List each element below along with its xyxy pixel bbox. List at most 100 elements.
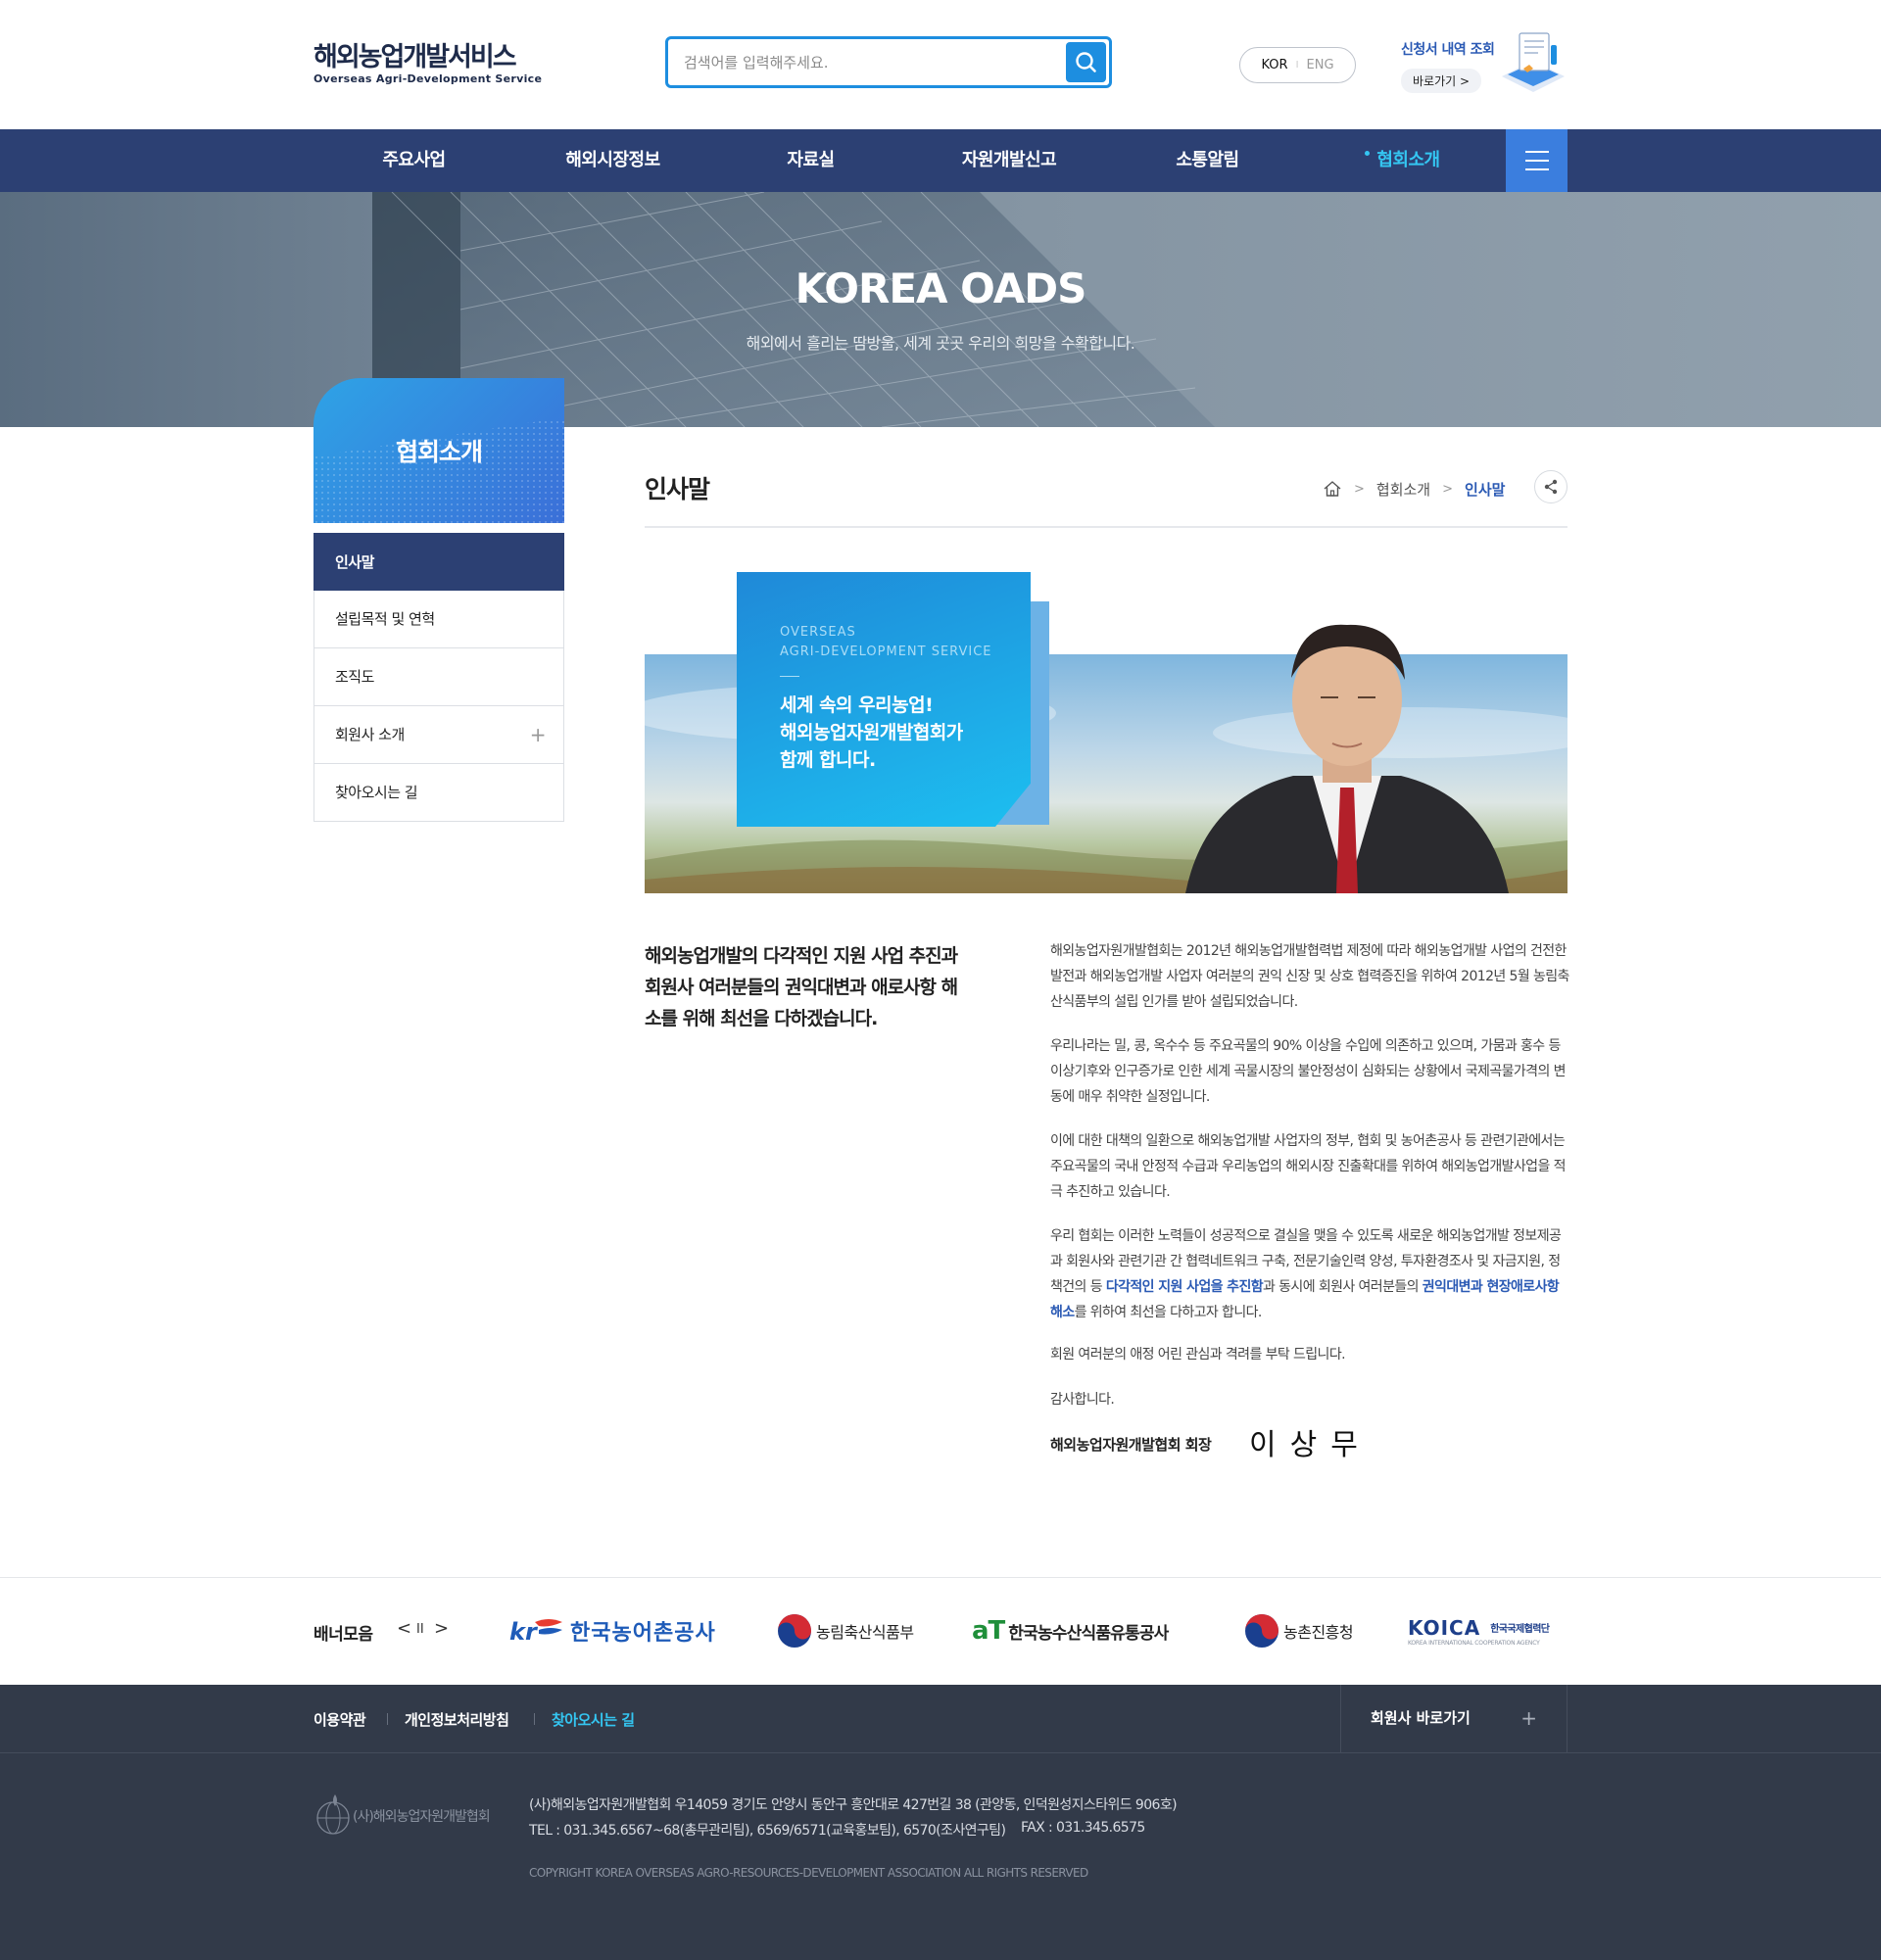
footer-address: (사)해외농업자원개발협회 우14059 경기도 안양시 동안구 흥안대로 42… <box>529 1797 1178 1813</box>
menu-icon-bar <box>1525 151 1549 153</box>
footer-terms-link[interactable]: 이용약관 <box>314 1709 366 1730</box>
search-box <box>665 36 1112 88</box>
breadcrumb-current: 인사말 <box>1465 480 1506 499</box>
banner-sublabel: KOREA INTERNATIONAL COOPERATION AGENCY <box>1408 1639 1540 1647</box>
sidebar-item-members[interactable]: 회원사 소개 + <box>314 706 564 764</box>
share-icon <box>1544 479 1558 495</box>
search-input[interactable] <box>684 39 1056 85</box>
nav-main-business[interactable]: 주요사업 <box>353 129 475 192</box>
member-shortcut-dropdown[interactable]: 회원사 바로가기 + <box>1340 1685 1568 1752</box>
banner-koica[interactable]: KOICA 한국국제협력단 KOREA INTERNATIONAL COOPER… <box>1408 1611 1550 1650</box>
sidebar-item-greeting[interactable]: 인사말 <box>314 533 564 591</box>
taegeuk-icon <box>778 1614 811 1648</box>
all-menu-button[interactable] <box>1506 129 1568 192</box>
banner-pause-button[interactable]: II <box>416 1622 424 1637</box>
expand-plus-icon[interactable]: + <box>530 706 547 763</box>
paragraph-text: 과 동시에 회원사 여러분들의 <box>1263 1279 1423 1295</box>
banner-rda[interactable]: 농촌진흥청 <box>1244 1611 1354 1650</box>
taegeuk-icon <box>1245 1614 1278 1648</box>
footer-copyright: COPYRIGHT KOREA OVERSEAS AGRO-RESOURCES-… <box>529 1866 1088 1880</box>
banner-prev-button[interactable]: < <box>397 1618 411 1639</box>
site-logo[interactable]: 해외농업개발서비스 Overseas Agri-Development Serv… <box>314 43 549 88</box>
nav-resource-report[interactable]: 자원개발신고 <box>940 129 1078 192</box>
koica-wordmark: KOICA <box>1408 1615 1481 1640</box>
lang-kor[interactable]: KOR <box>1261 58 1287 72</box>
logo-korean: 해외농업개발서비스 <box>314 42 517 72</box>
menu-icon-bar <box>1525 168 1549 170</box>
visual-slogan: 세계 속의 우리농업! 해외농업자원개발협회가 함께 합니다. <box>780 692 963 774</box>
footer-location-link[interactable]: 찾아오시는 길 <box>552 1709 635 1730</box>
paragraph-text: 를 위하여 최선을 다하고자 합니다. <box>1074 1305 1263 1320</box>
menu-icon-bar <box>1525 160 1549 162</box>
globe-wheat-icon <box>316 1794 350 1835</box>
visual-slogan-line: 함께 합니다. <box>780 749 876 771</box>
banner-label: 농림축산식품부 <box>816 1623 914 1642</box>
footer-fax: FAX : 031.345.6575 <box>1021 1820 1145 1836</box>
sidebar-item-organization[interactable]: 조직도 <box>314 648 564 706</box>
signature-title: 해외농업자원개발협회 회장 <box>1050 1436 1212 1454</box>
lang-divider: I <box>1295 60 1299 71</box>
logo-english: Overseas Agri-Development Service <box>314 72 543 85</box>
visual-divider <box>780 676 799 677</box>
greeting-paragraph: 회원 여러분의 애정 어린 관심과 격려를 부탁 드립니다. <box>1050 1347 1346 1362</box>
greeting-paragraph: 감사합니다. <box>1050 1392 1115 1408</box>
svg-text:kr: kr <box>509 1618 539 1646</box>
visual-slogan-line: 해외농업자원개발협회가 <box>780 722 963 743</box>
nav-overseas-market[interactable]: 해외시장정보 <box>547 129 679 192</box>
greeting-paragraph: 이에 대한 대책의 일환으로 해외농업개발 사업자의 정부, 협회 및 농어촌공… <box>1050 1133 1566 1200</box>
sidebar-title: 협회소개 <box>395 438 483 466</box>
application-shortcut[interactable]: 바로가기 > <box>1401 69 1482 93</box>
breadcrumb-chevron-icon: > <box>1442 481 1454 497</box>
banner-at[interactable]: aT 한국농수산식품유통공사 <box>972 1611 1169 1650</box>
language-switch: KOR I ENG <box>1239 47 1356 83</box>
banner-label: 한국농어촌공사 <box>570 1621 716 1646</box>
search-button[interactable] <box>1066 42 1106 82</box>
nav-active-dot <box>1365 151 1370 156</box>
greeting-paragraph: 우리 협회는 이러한 노력들이 성공적으로 결실을 맺을 수 있도록 새로운 해… <box>1050 1223 1569 1325</box>
greeting-paragraph: 해외농업자원개발협회는 2012년 해외농업개발협력법 제정에 따라 해외농업개… <box>1050 943 1569 1010</box>
footer-logo: (사)해외농업자원개발협회 <box>314 1793 491 1840</box>
home-icon[interactable] <box>1323 480 1342 498</box>
footer-logo-text: (사)해외농업자원개발협회 <box>353 1809 491 1825</box>
hero-subtitle: 해외에서 흘리는 땀방울, 세계 곳곳 우리의 희망을 수확합니다. <box>746 334 1135 353</box>
banner-krc[interactable]: kr 한국농어촌공사 <box>509 1611 716 1650</box>
chairman-portrait <box>1185 624 1509 893</box>
share-button[interactable] <box>1534 470 1568 503</box>
banner-label: 한국국제협력단 <box>1490 1624 1550 1635</box>
greeting-paragraph: 우리나라는 밀, 콩, 옥수수 등 주요곡물의 90% 이상을 수입에 의존하고… <box>1050 1038 1566 1105</box>
banner-mafra[interactable]: 농림축산식품부 <box>777 1611 914 1650</box>
nav-library[interactable]: 자료실 <box>764 129 857 192</box>
at-logo-icon: aT <box>972 1616 1005 1646</box>
koica-logo: KOICA 한국국제협력단 KOREA INTERNATIONAL COOPER… <box>1408 1615 1550 1647</box>
lead-statement: 해외농업개발의 다각적인 지원 사업 추진과 회원사 여러분들의 권익대변과 애… <box>645 945 958 1029</box>
sidebar-item-location[interactable]: 찾아오시는 길 <box>314 764 564 822</box>
nav-association[interactable]: 협회소개 <box>1352 129 1465 192</box>
signature-name: 이상무 <box>1249 1428 1372 1462</box>
member-shortcut-label: 회원사 바로가기 <box>1371 1709 1471 1727</box>
footer-divider <box>0 1752 1881 1753</box>
footer-privacy-link[interactable]: 개인정보처리방침 <box>405 1709 509 1730</box>
banner-section-title: 배너모음 <box>314 1625 373 1645</box>
banner-label: 한국농수산식품유통공사 <box>1008 1623 1169 1644</box>
highlight-text: 다각적인 지원 사업을 추진함 <box>1105 1279 1264 1295</box>
hero-title: KOREA OADS <box>795 264 1087 312</box>
breadcrumb-item[interactable]: 협회소개 <box>1376 479 1430 500</box>
lang-eng[interactable]: ENG <box>1307 58 1334 72</box>
breadcrumb-chevron-icon: > <box>1354 481 1365 497</box>
main-navigation: 주요사업 해외시장정보 자료실 자원개발신고 소통알림 협회소개 <box>0 129 1881 192</box>
banner-divider <box>0 1577 1881 1578</box>
banner-label: 농촌진흥청 <box>1283 1623 1354 1642</box>
visual-text-box: OVERSEAS AGRI-DEVELOPMENT SERVICE 세계 속의 우… <box>737 572 1031 827</box>
page-title: 인사말 <box>645 475 710 503</box>
plus-icon: + <box>1520 1706 1537 1730</box>
nav-notice[interactable]: 소통알림 <box>1156 129 1259 192</box>
sidebar-header: 협회소개 <box>314 378 564 523</box>
footer-separator <box>387 1713 388 1725</box>
sidebar-item-history[interactable]: 설립목적 및 연혁 <box>314 591 564 648</box>
footer-separator <box>534 1713 535 1725</box>
visual-english-label: OVERSEAS AGRI-DEVELOPMENT SERVICE <box>780 625 992 659</box>
breadcrumb: > 협회소개 > 인사말 <box>1323 477 1505 501</box>
sidebar-item-label: 회원사 소개 <box>335 726 405 743</box>
title-divider <box>645 526 1568 528</box>
banner-next-button[interactable]: > <box>434 1618 449 1639</box>
